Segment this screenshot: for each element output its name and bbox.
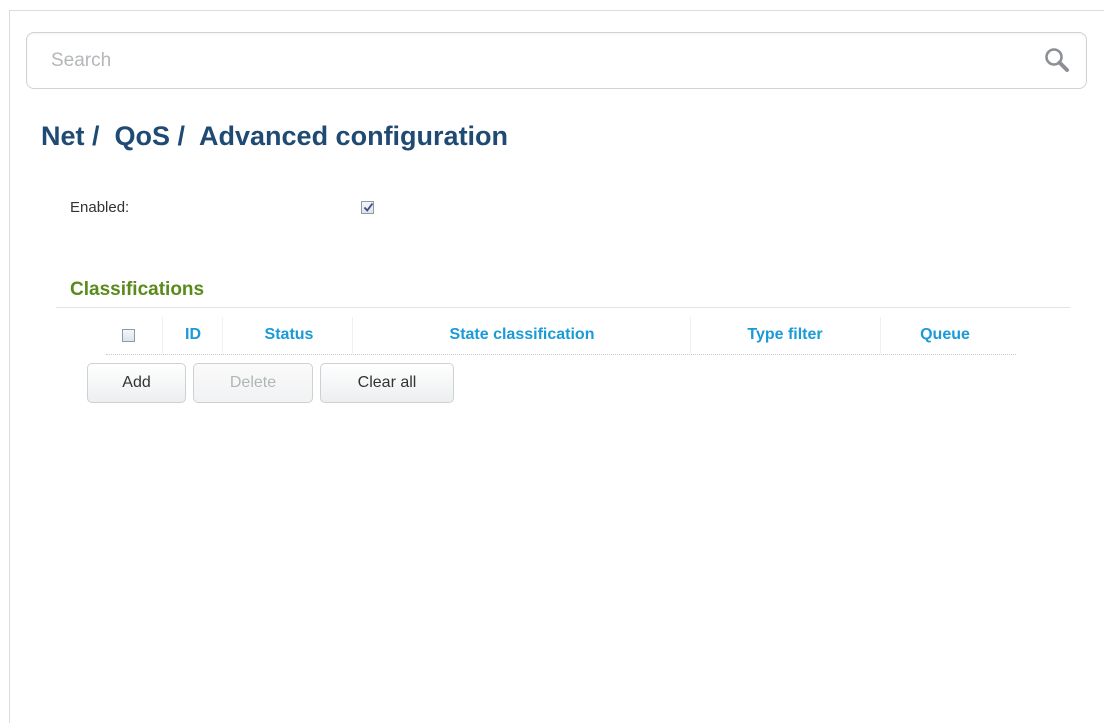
column-divider [690, 317, 691, 354]
column-header-state-classification[interactable]: State classification [354, 317, 690, 354]
page-frame: Net / QoS / Advanced configuration Enabl… [9, 10, 1104, 723]
column-header-type-filter[interactable]: Type filter [692, 317, 878, 354]
column-divider [162, 317, 163, 354]
column-header-status[interactable]: Status [226, 317, 352, 354]
column-divider [880, 317, 881, 354]
search-bar [26, 32, 1087, 89]
column-header-id[interactable]: ID [166, 317, 220, 354]
checkmark-icon [363, 202, 374, 212]
delete-button[interactable]: Delete [193, 363, 313, 403]
search-input[interactable] [27, 33, 1051, 88]
enabled-checkbox[interactable] [361, 201, 374, 214]
search-icon[interactable] [1040, 43, 1076, 79]
column-divider [352, 317, 353, 354]
column-header-queue[interactable]: Queue [882, 317, 1008, 354]
classifications-table-header: ID Status State classification Type filt… [106, 317, 1016, 355]
page-title: Net / QoS / Advanced configuration [41, 121, 509, 151]
classifications-heading: Classifications [70, 279, 205, 300]
select-all-checkbox[interactable] [122, 329, 135, 342]
clear-all-button[interactable]: Clear all [320, 363, 454, 403]
section-divider [56, 307, 1070, 308]
add-button[interactable]: Add [87, 363, 186, 403]
column-divider [222, 317, 223, 354]
enabled-label: Enabled: [70, 199, 130, 216]
